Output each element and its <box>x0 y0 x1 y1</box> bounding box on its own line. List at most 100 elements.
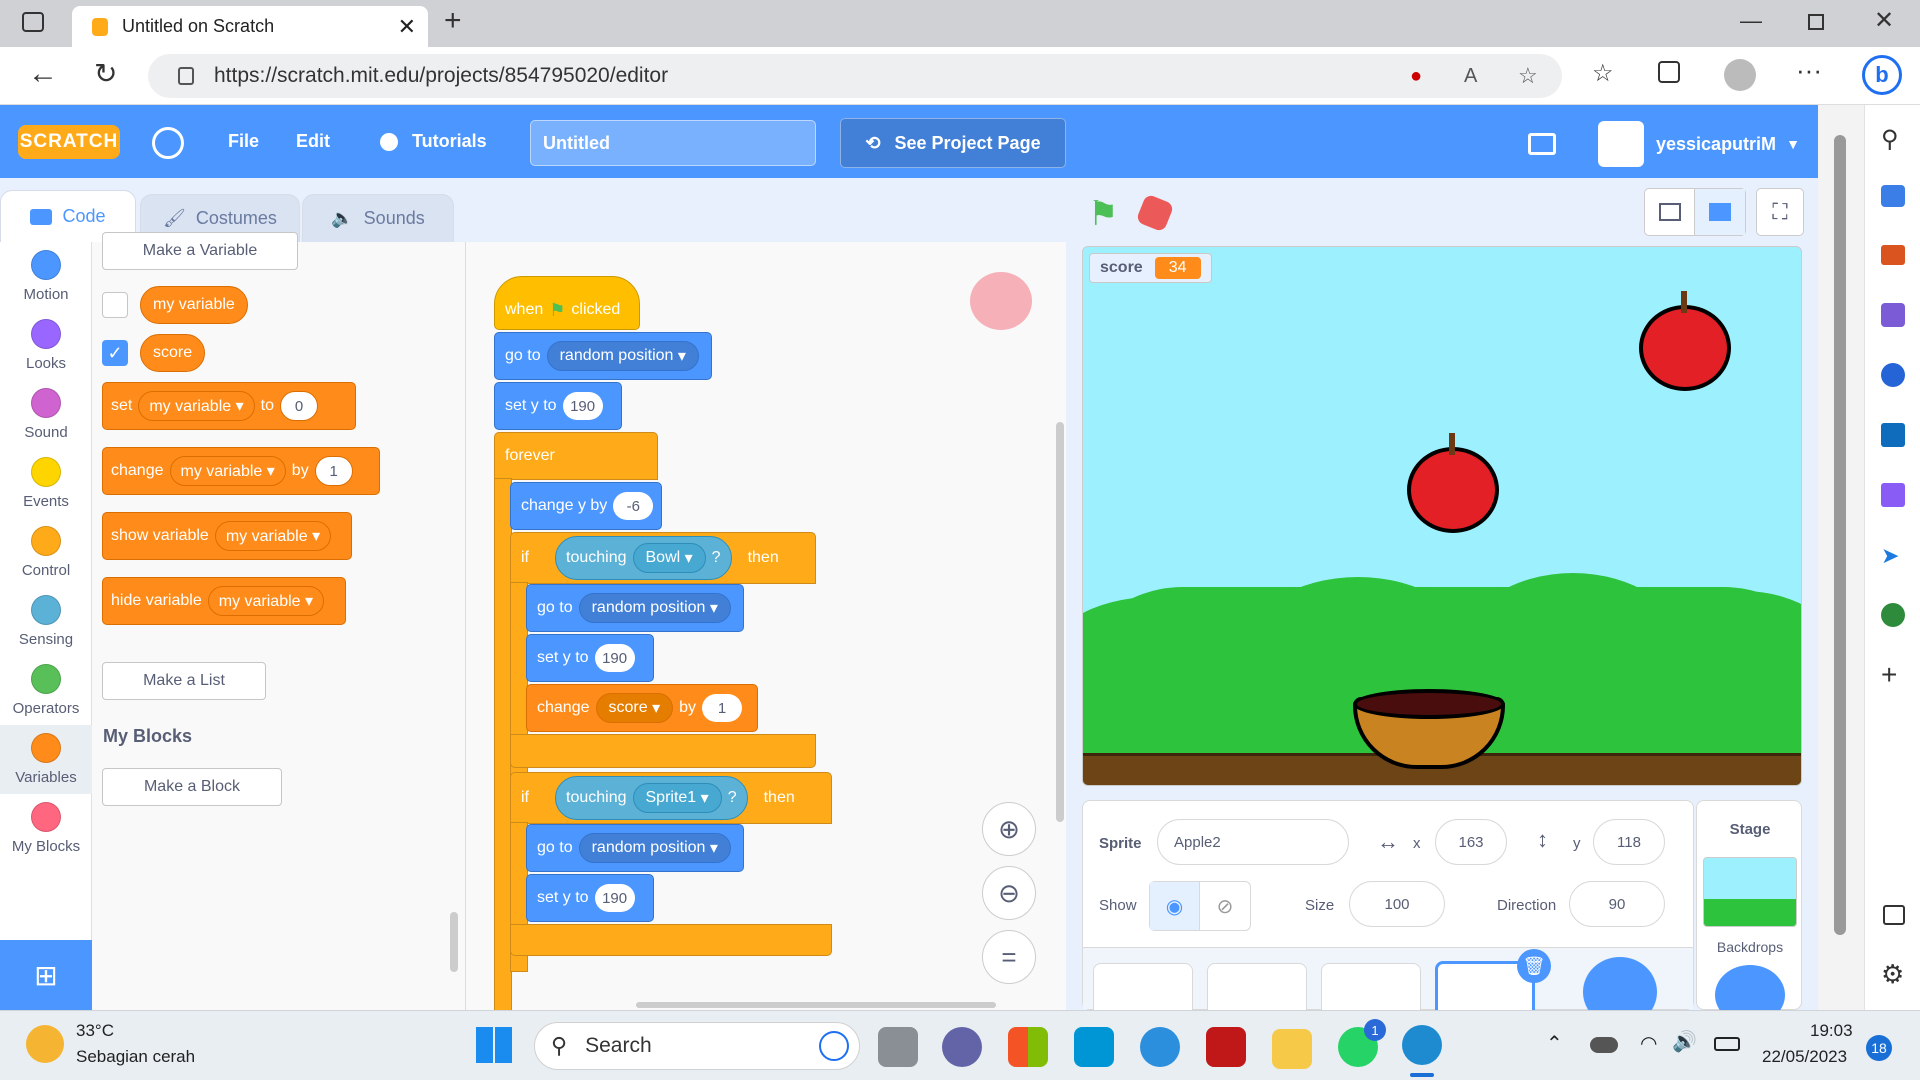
task-view-icon[interactable] <box>878 1027 918 1067</box>
new-tab-icon[interactable]: + <box>444 4 462 38</box>
set-y-block-3[interactable]: set y to 190 <box>526 874 654 922</box>
page-scrollbar[interactable] <box>1818 105 1864 1010</box>
change-score-dropdown[interactable]: score ▾ <box>595 693 674 723</box>
show-hidden-icons[interactable]: ⌃ <box>1546 1031 1563 1056</box>
stop-button[interactable] <box>1135 193 1175 233</box>
hide-variable-block[interactable]: hide variable my variable ▾ <box>102 577 346 625</box>
browser-tab[interactable]: Untitled on Scratch ✕ <box>72 6 428 47</box>
notification-badge[interactable]: 18 <box>1866 1035 1892 1061</box>
script-area[interactable]: when ⚑ clicked go to random position ▾ s… <box>466 242 1066 1044</box>
y-field[interactable]: 118 <box>1593 819 1665 865</box>
add-icon[interactable]: + <box>1881 659 1897 691</box>
menu-file[interactable]: File <box>228 131 259 152</box>
set-var-dropdown[interactable]: my variable ▾ <box>138 391 255 421</box>
language-globe-icon[interactable] <box>152 127 184 159</box>
show-variable-block[interactable]: show variable my variable ▾ <box>102 512 352 560</box>
mcafee-icon[interactable] <box>1206 1027 1246 1067</box>
store-icon[interactable] <box>1008 1027 1048 1067</box>
apple-sprite-2[interactable] <box>1407 447 1499 533</box>
tab-actions-icon[interactable] <box>22 12 44 32</box>
file-explorer-icon[interactable] <box>1272 1029 1312 1069</box>
forever-block[interactable]: forever <box>494 432 658 480</box>
close-tab-icon[interactable]: ✕ <box>398 14 416 40</box>
change-score-block[interactable]: change score ▾ by 1 <box>526 684 758 732</box>
my-stuff-folder-icon[interactable] <box>1528 133 1556 155</box>
category-sound[interactable]: Sound <box>0 380 92 449</box>
touching-dropdown-2[interactable]: Sprite1 ▾ <box>632 783 722 813</box>
var1-checkbox[interactable] <box>102 292 128 318</box>
sidebar-toggle-icon[interactable] <box>1883 905 1905 925</box>
menu-tutorials[interactable]: Tutorials <box>380 131 487 152</box>
favorites-icon[interactable]: ☆ <box>1592 59 1614 88</box>
account-menu[interactable]: yessicaputriM ▼ <box>1598 121 1800 167</box>
add-favorite-icon[interactable]: ☆ <box>1518 63 1538 89</box>
profile-avatar-icon[interactable] <box>1724 59 1756 91</box>
hidden-eye-icon[interactable]: ⊘ <box>1200 882 1250 930</box>
tree-icon[interactable] <box>1881 603 1905 627</box>
category-operators[interactable]: Operators <box>0 656 92 725</box>
taskbar-search[interactable]: ⚲ Search <box>534 1022 860 1070</box>
large-stage-icon[interactable] <box>1695 189 1745 235</box>
green-flag-button[interactable]: ⚑ <box>1088 194 1118 234</box>
category-events[interactable]: Events <box>0 449 92 518</box>
clock-date[interactable]: 22/05/2023 <box>1762 1047 1847 1067</box>
change-var-dropdown[interactable]: my variable ▾ <box>169 456 286 486</box>
x-field[interactable]: 163 <box>1435 819 1507 865</box>
change-y-input[interactable]: -6 <box>613 492 654 520</box>
close-window-icon[interactable]: ✕ <box>1874 6 1894 35</box>
category-sensing[interactable]: Sensing <box>0 587 92 656</box>
palette-scrollbar[interactable] <box>450 912 458 972</box>
category-control[interactable]: Control <box>0 518 92 587</box>
teams-chat-icon[interactable] <box>942 1027 982 1067</box>
url-field[interactable]: https://scratch.mit.edu/projects/8547950… <box>148 54 1562 98</box>
category-looks[interactable]: Looks <box>0 311 92 380</box>
tab-sounds[interactable]: 🔈 Sounds <box>302 194 454 242</box>
weather-temp[interactable]: 33°C <box>76 1021 114 1041</box>
script-vscrollbar[interactable] <box>1056 422 1064 822</box>
minimize-icon[interactable]: — <box>1740 8 1762 34</box>
read-aloud-icon[interactable]: A <box>1464 65 1477 88</box>
delete-sprite-icon[interactable]: 🗑 <box>1517 949 1551 983</box>
myhp-icon[interactable] <box>1074 1027 1114 1067</box>
change-score-input[interactable]: 1 <box>702 694 743 722</box>
mic-blocked-icon[interactable]: ● <box>1410 65 1422 88</box>
battery-icon[interactable] <box>1714 1037 1740 1051</box>
visible-eye-icon[interactable]: ◉ <box>1150 882 1200 930</box>
zoom-in-button[interactable]: ⊕ <box>982 802 1036 856</box>
zoom-reset-button[interactable]: = <box>982 930 1036 984</box>
direction-field[interactable]: 90 <box>1569 881 1665 927</box>
add-extension-button[interactable]: ⊞ <box>0 940 92 1010</box>
sprite-name-field[interactable]: Apple2 <box>1157 819 1349 865</box>
small-stage-icon[interactable] <box>1645 189 1695 235</box>
category-my-blocks[interactable]: My Blocks <box>0 794 92 863</box>
size-field[interactable]: 100 <box>1349 881 1445 927</box>
make-list-button[interactable]: Make a List <box>102 662 266 700</box>
hide-var-dropdown[interactable]: my variable ▾ <box>207 586 325 616</box>
change-variable-block[interactable]: change my variable ▾ by 1 <box>102 447 380 495</box>
goto-block-1[interactable]: go to random position ▾ <box>494 332 712 380</box>
touching-dropdown-1[interactable]: Bowl ▾ <box>632 543 706 573</box>
help-icon[interactable] <box>1140 1027 1180 1067</box>
scroll-thumb[interactable] <box>1834 135 1846 935</box>
back-icon[interactable]: ← <box>28 57 58 91</box>
goto-dropdown-1[interactable]: random position ▾ <box>546 341 699 371</box>
var-reporter-score[interactable]: score <box>140 334 206 372</box>
zoom-out-button[interactable]: ⊖ <box>982 866 1036 920</box>
category-variables[interactable]: Variables <box>0 725 92 794</box>
restore-icon[interactable] <box>1808 14 1824 30</box>
if-block-2[interactable]: if touching Sprite1 ▾ ? then <box>510 772 832 824</box>
volume-icon[interactable]: 🔊 <box>1672 1029 1697 1054</box>
games-icon[interactable] <box>1881 303 1905 327</box>
send-icon[interactable]: ➤ <box>1881 543 1899 569</box>
stage-target-panel[interactable]: Stage Backdrops <box>1696 800 1802 1025</box>
bing-icon[interactable]: b <box>1862 55 1902 95</box>
bing-search-icon[interactable] <box>819 1031 849 1061</box>
edge-taskbar-icon[interactable] <box>1402 1025 1442 1065</box>
touching-block-1[interactable]: touching Bowl ▾ ? <box>555 536 732 580</box>
goto-dropdown-2[interactable]: random position ▾ <box>578 593 731 623</box>
project-title-input[interactable]: Untitled <box>530 120 816 166</box>
score-monitor[interactable]: score 34 <box>1089 253 1212 283</box>
change-y-block[interactable]: change y by -6 <box>510 482 662 530</box>
set-variable-block[interactable]: set my variable ▾ to 0 <box>102 382 356 430</box>
designer-icon[interactable] <box>1881 483 1905 507</box>
